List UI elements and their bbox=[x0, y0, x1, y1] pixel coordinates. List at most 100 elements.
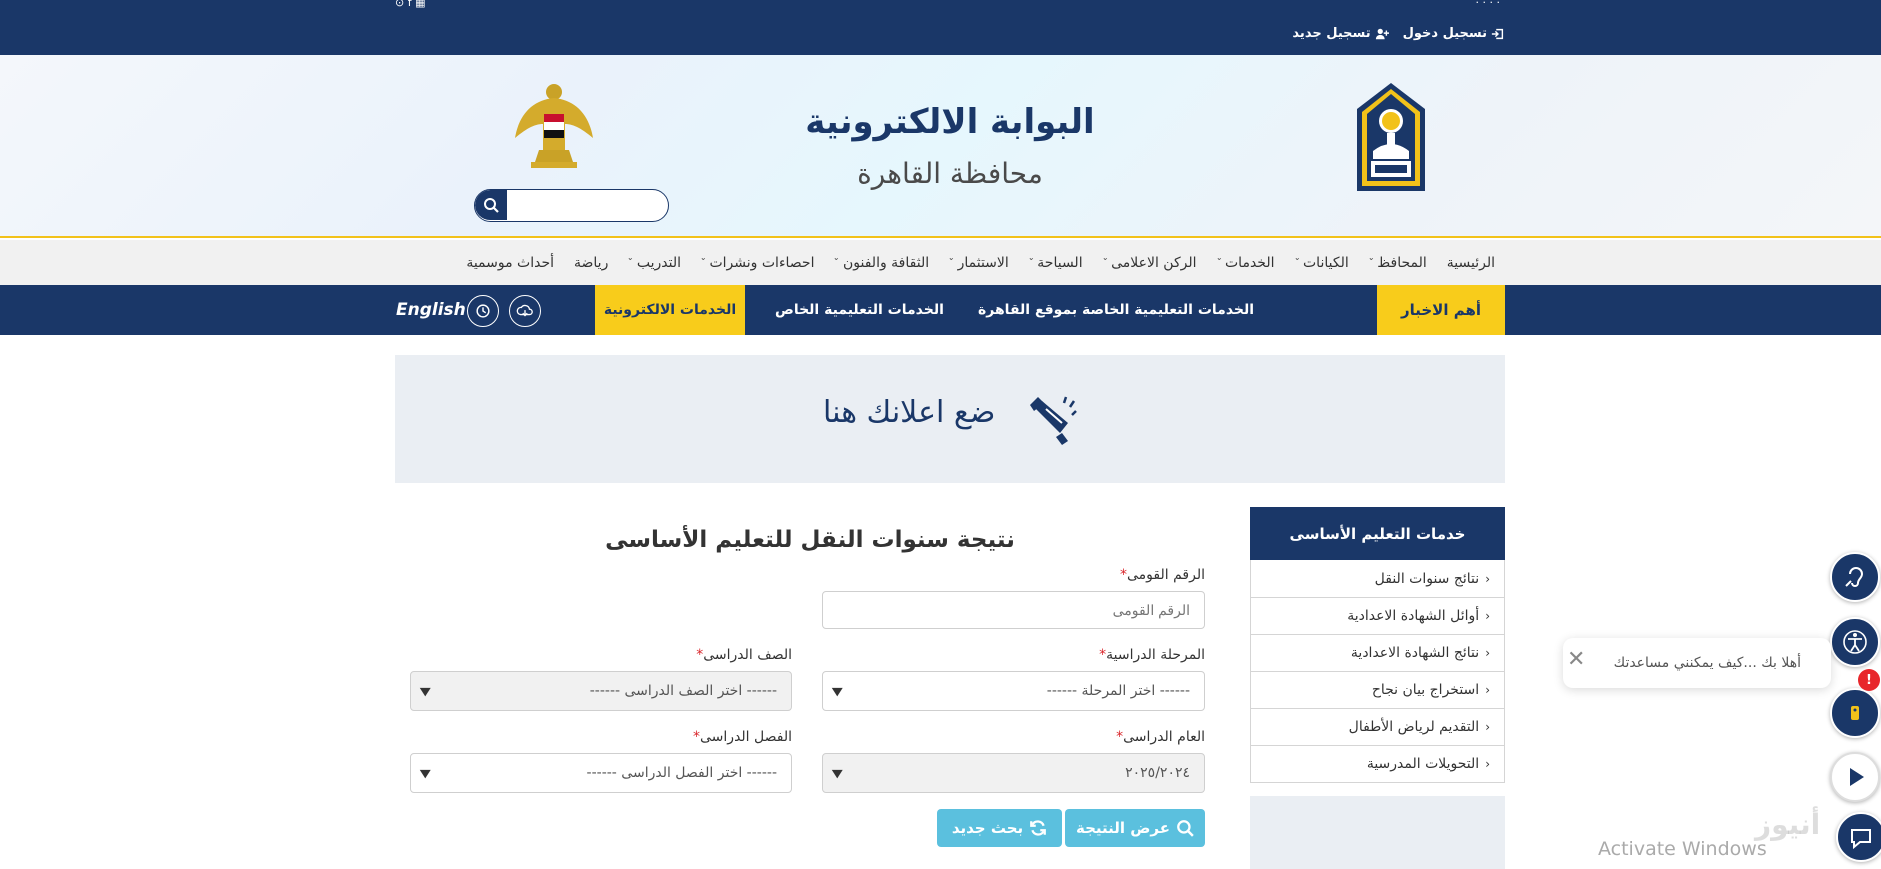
ad-text: ضع اعلانك هنا bbox=[823, 395, 996, 430]
nav-item-9[interactable]: التدريب ˅ bbox=[618, 255, 691, 271]
nav-item-7[interactable]: الثقافة والفنون ˅ bbox=[824, 255, 939, 271]
support-chat-button[interactable] bbox=[1836, 812, 1881, 862]
term-select-value: ------ اختر الفصل الدراسى ------ bbox=[586, 765, 777, 781]
nav-item-2[interactable]: الكيانات ˅ bbox=[1285, 255, 1359, 271]
nav-item-label: الركن الاعلامى bbox=[1111, 254, 1197, 271]
sign-in-icon bbox=[1491, 28, 1504, 39]
nav-item-11[interactable]: أحداث موسمية bbox=[456, 255, 564, 271]
site-header bbox=[0, 55, 1881, 238]
governorate-subtitle: محافظة القاهرة bbox=[857, 157, 1043, 190]
chat-greeting-bubble[interactable]: أهلا بك ...كيف يمكنني مساعدتك bbox=[1563, 638, 1831, 688]
cloud-download-icon bbox=[516, 304, 533, 317]
year-label-text: العام الدراسى bbox=[1123, 729, 1205, 745]
sidebar-item[interactable]: ‹ أوائل الشهادة الاعدادية bbox=[1251, 597, 1504, 634]
play-icon bbox=[1850, 768, 1864, 786]
sidebar-item[interactable]: ‹ نتائج الشهادة الاعدادية bbox=[1251, 634, 1504, 671]
chatbot-button[interactable] bbox=[1830, 688, 1880, 738]
ear-icon bbox=[1845, 567, 1864, 587]
term-select[interactable]: ------ اختر الفصل الدراسى ------ ▼ bbox=[410, 753, 792, 793]
accessibility-icon bbox=[1843, 630, 1867, 654]
chevron-left-icon: ‹ bbox=[1485, 646, 1490, 660]
search-input[interactable] bbox=[509, 190, 667, 220]
show-result-button[interactable]: عرض النتيجة bbox=[1065, 809, 1205, 847]
term-label: الفصل الدراسى* bbox=[689, 729, 792, 745]
clock-icon bbox=[476, 304, 490, 318]
nav-item-5[interactable]: السياحة ˅ bbox=[1019, 255, 1093, 271]
cairo-education-services-link[interactable]: الخدمات التعليمية الخاصة بموقع القاهرة bbox=[978, 285, 1254, 335]
new-search-label: بحث جديد bbox=[951, 819, 1024, 837]
portal-title: البوابة الالكترونية bbox=[805, 102, 1095, 142]
grade-label: الصف الدراسى* bbox=[692, 647, 792, 663]
sidebar-item-label: التحويلات المدرسية bbox=[1366, 756, 1480, 772]
megaphone-icon bbox=[1030, 396, 1077, 445]
chevron-left-icon: ‹ bbox=[1485, 757, 1490, 771]
hearing-accessibility-button[interactable] bbox=[1830, 552, 1880, 602]
nav-item-3[interactable]: الخدمات ˅ bbox=[1207, 255, 1285, 271]
clock-button[interactable] bbox=[467, 295, 499, 327]
chevron-left-icon: ‹ bbox=[1485, 683, 1490, 697]
sidebar-item[interactable]: ‹ التحويلات المدرسية bbox=[1251, 745, 1504, 782]
national-id-label: الرقم القومى* bbox=[1116, 567, 1205, 583]
sidebar-title: خدمات التعليم الأساسى bbox=[1250, 507, 1505, 560]
sidebar-item[interactable]: ‹ نتائج سنوات النقل bbox=[1251, 560, 1504, 597]
nav-item-0[interactable]: الرئيسية bbox=[1437, 255, 1505, 271]
new-search-button[interactable]: بحث جديد bbox=[937, 809, 1062, 847]
nav-item-8[interactable]: احصاءات ونشرات ˅ bbox=[691, 255, 825, 271]
form-title: نتيجة سنوات النقل للتعليم الأساسى bbox=[605, 527, 1015, 553]
sidebar-item[interactable]: ‹ استخراج بيان نجاح bbox=[1251, 671, 1504, 708]
date-display: · · · · bbox=[1475, 0, 1500, 9]
private-education-services-link[interactable]: الخدمات التعليمية الخاص bbox=[775, 285, 944, 335]
grade-label-text: الصف الدراسى bbox=[703, 647, 792, 663]
nav-item-label: الرئيسية bbox=[1446, 254, 1495, 271]
search-button[interactable] bbox=[475, 190, 507, 220]
chevron-left-icon: ‹ bbox=[1485, 571, 1490, 586]
stage-select[interactable]: ------ اختر المرحلة ------ ▼ bbox=[822, 671, 1205, 711]
sidebar-item-label: استخراج بيان نجاح bbox=[1371, 682, 1480, 698]
nav-item-label: الكيانات bbox=[1303, 254, 1349, 271]
nav-item-4[interactable]: الركن الاعلامى ˅ bbox=[1093, 255, 1207, 271]
nav-item-label: التدريب bbox=[636, 254, 681, 271]
register-label: تسجيل جديد bbox=[1292, 26, 1371, 41]
register-link[interactable]: تسجيل جديد bbox=[1292, 26, 1389, 41]
show-result-label: عرض النتيجة bbox=[1075, 819, 1171, 837]
nav-item-6[interactable]: الاستثمار ˅ bbox=[939, 255, 1019, 271]
chevron-down-icon: ˅ bbox=[1293, 257, 1300, 268]
login-link[interactable]: تسجيل دخول bbox=[1403, 26, 1505, 41]
year-select[interactable]: ٢٠٢٥/٢٠٢٤ ▼ bbox=[822, 753, 1205, 793]
english-language-link[interactable]: English bbox=[396, 285, 466, 335]
nav-item-label: المحافظ bbox=[1377, 254, 1427, 271]
chevron-left-icon: ‹ bbox=[1485, 609, 1490, 623]
stage-label-text: المرحلة الدراسية bbox=[1106, 647, 1205, 663]
year-label: العام الدراسى* bbox=[1112, 729, 1205, 745]
national-id-input[interactable] bbox=[822, 591, 1205, 629]
chevron-down-icon: ▼ bbox=[831, 685, 843, 698]
year-select-value: ٢٠٢٥/٢٠٢٤ bbox=[1125, 765, 1190, 781]
close-icon[interactable]: ✕ bbox=[1567, 647, 1585, 672]
e-services-tab[interactable]: الخدمات الالكترونية bbox=[595, 285, 745, 335]
chevron-down-icon: ▼ bbox=[419, 767, 431, 780]
grade-select-value: ------ اختر الصف الدراسى ------ bbox=[589, 683, 777, 699]
chevron-left-icon: ‹ bbox=[1485, 720, 1490, 734]
nav-items: الرئيسية المحافظ ˅ الكيانات ˅ الخدمات ˅ الركن ا… bbox=[456, 240, 1505, 285]
term-label-text: الفصل الدراسى bbox=[700, 729, 792, 745]
nav-item-label: الاستثمار bbox=[957, 254, 1009, 271]
social-icons[interactable]: ⊙ f ▦ bbox=[395, 0, 425, 9]
sidebar-menu: ‹ نتائج سنوات النقل ‹ أوائل الشهادة الاعداد… bbox=[1250, 560, 1505, 783]
sidebar-item[interactable]: ‹ التقديم لرياض الأطفال bbox=[1251, 708, 1504, 745]
cairo-governorate-logo[interactable] bbox=[1353, 81, 1429, 195]
chevron-down-icon: ˅ bbox=[627, 257, 634, 268]
video-play-button[interactable] bbox=[1830, 752, 1880, 802]
account-links: تسجيل دخول تسجيل جديد bbox=[1292, 26, 1505, 41]
nav-item-10[interactable]: رياضة bbox=[564, 255, 618, 271]
top-bar: ⊙ f ▦ · · · · تسجيل دخول تسجيل جديد bbox=[0, 0, 1881, 55]
watermark-logo: أنيوز bbox=[1755, 808, 1821, 841]
stage-label: المرحلة الدراسية* bbox=[1095, 647, 1205, 663]
cloud-button[interactable] bbox=[509, 295, 541, 327]
nav-item-1[interactable]: المحافظ ˅ bbox=[1359, 255, 1437, 271]
stage-select-value: ------ اختر المرحلة ------ bbox=[1046, 683, 1190, 699]
grade-select[interactable]: ------ اختر الصف الدراسى ------ ▼ bbox=[410, 671, 792, 711]
top-news-tab[interactable]: أهم الاخبار bbox=[1377, 285, 1505, 335]
accessibility-settings-button[interactable] bbox=[1830, 617, 1880, 667]
required-mark: * bbox=[1120, 567, 1128, 583]
nav-item-label: أحداث موسمية bbox=[466, 254, 555, 271]
